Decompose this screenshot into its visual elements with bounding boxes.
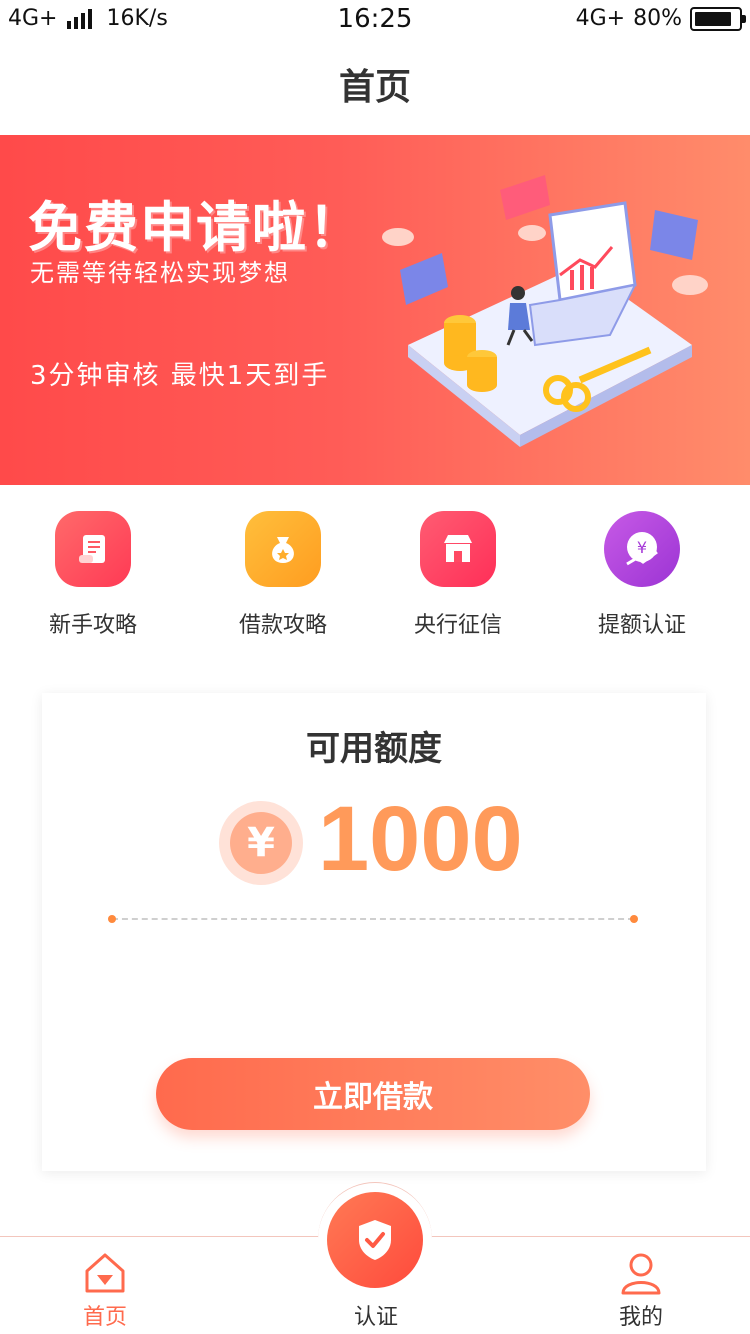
page-title: 首页 [338,67,411,108]
shield-check-icon [359,1219,391,1260]
verify-button[interactable] [327,1191,423,1288]
divider-dot [108,915,116,923]
credit-amount: 1000 [318,788,523,890]
tab-label-mine: 我的 [618,1305,663,1330]
divider-dot [630,915,638,923]
quick-link-label: 新手攻略 [48,613,137,638]
quick-links: 新手攻略 借款攻略 央行征信 ¥ 提额认证 [0,485,750,650]
quick-link-loan-guide[interactable]: 借款攻略 [193,511,373,639]
title-bar: 首页 [0,40,750,135]
credit-card: 可用额度 ¥ 1000 立即借款 [42,693,706,1171]
tab-verify[interactable] [318,1182,432,1296]
banner-promo: 3分钟审核 最快1天到手 [30,361,330,391]
quick-link-label: 央行征信 [413,613,502,638]
bank-store-icon [420,511,496,587]
quick-link-raise-limit[interactable]: ¥ 提额认证 [552,511,732,639]
quick-link-label: 提额认证 [597,613,686,638]
quick-link-newbie-guide[interactable]: 新手攻略 [3,511,183,639]
tab-mine[interactable]: 我的 [571,1237,711,1334]
dashed-divider [108,915,638,923]
borrow-now-button[interactable]: 立即借款 [156,1058,590,1130]
tab-label-home: 首页 [82,1305,127,1330]
money-bag-icon [245,511,321,587]
banner-illustration [382,175,708,447]
tab-home[interactable]: 首页 [35,1237,175,1334]
yen-symbol: ¥ [230,812,292,874]
quick-link-credit-report[interactable]: 央行征信 [368,511,548,639]
banner-subtitle: 无需等待轻松实现梦想 [30,259,290,287]
banner-headline: 免费申请啦！ [28,196,364,259]
quick-link-label: 借款攻略 [238,613,327,638]
promo-banner[interactable]: 免费申请啦！ 无需等待轻松实现梦想 3分钟审核 最快1天到手 [0,135,750,485]
yen-icon: ¥ [219,801,303,885]
home-icon [85,1253,125,1293]
svg-text:¥: ¥ [637,538,647,557]
credit-title: 可用额度 [306,729,442,769]
user-icon [621,1253,661,1295]
amount-row: ¥ 1000 [42,788,706,903]
battery-icon [690,6,746,31]
tab-label-verify: 认证 [353,1305,398,1330]
yen-growth-icon: ¥ [604,511,680,587]
network-type-right: 4G+ [575,6,626,31]
battery-percent: 80% [633,6,682,31]
status-bar: 4G+ 16K/s 16:25 4G+ 80% [0,0,750,40]
status-right: 4G+ 80% [575,6,746,31]
scroll-icon [55,511,131,587]
